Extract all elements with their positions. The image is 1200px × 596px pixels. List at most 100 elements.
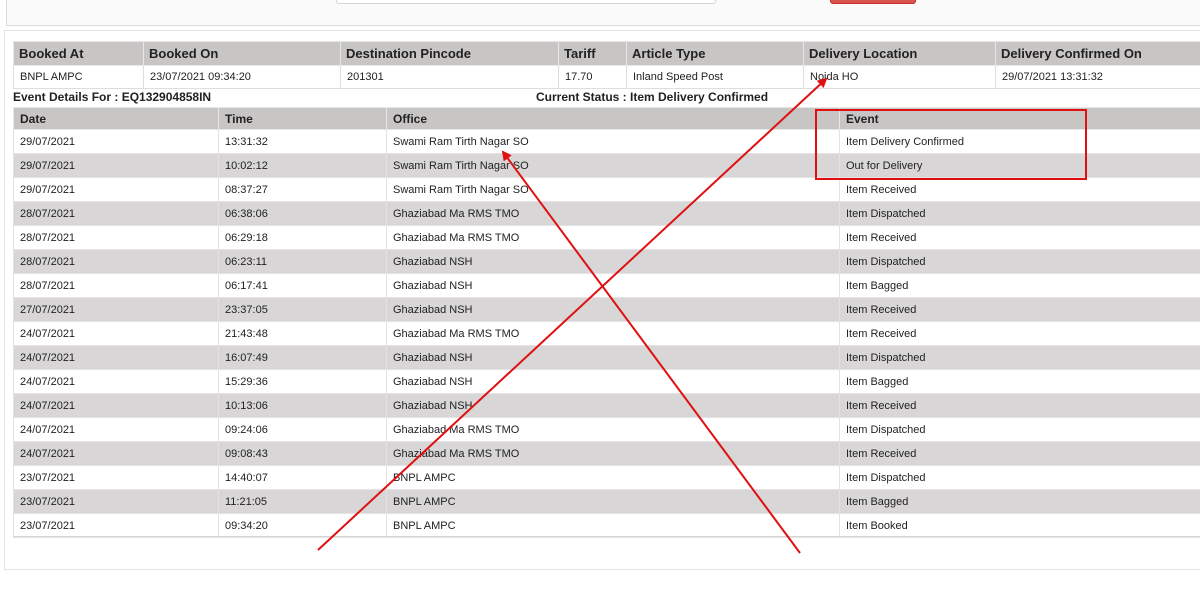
event-details-label: Event Details For : EQ132904858IN: [13, 90, 212, 104]
event-rows: 29/07/2021 13:31:32 Swami Ram Tirth Nagar …: [13, 129, 1200, 538]
delivery-confirmed-on-value: 29/07/2021 13:31:32: [995, 65, 1200, 89]
event-row: 28/07/2021 06:23:11 Ghaziabad NSH Item Disp…: [13, 249, 1200, 274]
event-date: 29/07/2021: [13, 177, 219, 202]
event-office: Ghaziabad NSH: [386, 393, 840, 418]
header-date: Date: [13, 107, 219, 130]
event-name: Item Dispatched: [839, 417, 1200, 442]
event-office: Swami Ram Tirth Nagar SO: [386, 177, 840, 202]
event-time: 21:43:48: [218, 321, 387, 346]
event-name: Item Received: [839, 177, 1200, 202]
event-summary-bar: Event Details For : EQ132904858IN Curren…: [13, 90, 1200, 106]
event-name: Item Dispatched: [839, 201, 1200, 226]
header-office: Office: [386, 107, 840, 130]
event-office: Swami Ram Tirth Nagar SO: [386, 129, 840, 154]
booked-at-value: BNPL AMPC: [13, 65, 144, 89]
booked-on-value: 23/07/2021 09:34:20: [143, 65, 341, 89]
event-office: Ghaziabad Ma RMS TMO: [386, 441, 840, 466]
event-office: Ghaziabad Ma RMS TMO: [386, 225, 840, 250]
search-button[interactable]: [830, 0, 916, 4]
event-office: BNPL AMPC: [386, 489, 840, 514]
event-date: 24/07/2021: [13, 417, 219, 442]
event-time: 10:13:06: [218, 393, 387, 418]
event-row: 29/07/2021 10:02:12 Swami Ram Tirth Nagar …: [13, 153, 1200, 178]
event-date: 28/07/2021: [13, 225, 219, 250]
header-event: Event: [839, 107, 1200, 130]
event-office: Ghaziabad Ma RMS TMO: [386, 201, 840, 226]
event-row: 29/07/2021 13:31:32 Swami Ram Tirth Nagar …: [13, 129, 1200, 154]
event-date: 28/07/2021: [13, 201, 219, 226]
event-row: 28/07/2021 06:17:41 Ghaziabad NSH Item Bagg…: [13, 273, 1200, 298]
current-status-label: Current Status : Item Delivery Confirmed: [536, 90, 769, 104]
event-row: 23/07/2021 11:21:05 BNPL AMPC Item Bagged: [13, 489, 1200, 514]
event-name: Item Received: [839, 225, 1200, 250]
event-details-table: Date Time Office Event 29/07/2021 13:31:3…: [13, 107, 1200, 538]
event-time: 06:38:06: [218, 201, 387, 226]
delivery-location-value: Noida HO: [803, 65, 996, 89]
event-time: 14:40:07: [218, 465, 387, 490]
event-row: 24/07/2021 15:29:36 Ghaziabad NSH Item Bagg…: [13, 369, 1200, 394]
event-date: 23/07/2021: [13, 489, 219, 514]
event-row: 24/07/2021 10:13:06 Ghaziabad NSH Item Rece…: [13, 393, 1200, 418]
event-date: 24/07/2021: [13, 345, 219, 370]
event-office: BNPL AMPC: [386, 513, 840, 538]
event-name: Item Received: [839, 321, 1200, 346]
event-row: 23/07/2021 14:40:07 BNPL AMPC Item Dispatch…: [13, 465, 1200, 490]
event-name: Item Bagged: [839, 369, 1200, 394]
event-date: 27/07/2021: [13, 297, 219, 322]
booking-header-row: Booked At Booked On Destination Pincode …: [13, 41, 1200, 66]
event-office: Swami Ram Tirth Nagar SO: [386, 153, 840, 178]
article-type-value: Inland Speed Post: [626, 65, 804, 89]
header-destination-pincode: Destination Pincode: [340, 41, 559, 66]
event-date: 24/07/2021: [13, 393, 219, 418]
event-row: 23/07/2021 09:34:20 BNPL AMPC Item Booked: [13, 513, 1200, 538]
event-date: 28/07/2021: [13, 249, 219, 274]
event-office: Ghaziabad NSH: [386, 297, 840, 322]
event-date: 23/07/2021: [13, 513, 219, 538]
table-bottom-border: [13, 536, 1200, 537]
event-time: 09:34:20: [218, 513, 387, 538]
event-name: Item Dispatched: [839, 465, 1200, 490]
event-time: 06:17:41: [218, 273, 387, 298]
event-name: Item Dispatched: [839, 249, 1200, 274]
header-tariff: Tariff: [558, 41, 627, 66]
event-name: Item Received: [839, 441, 1200, 466]
tariff-value: 17.70: [558, 65, 627, 89]
event-office: Ghaziabad NSH: [386, 345, 840, 370]
event-row: 24/07/2021 09:08:43 Ghaziabad Ma RMS TMO It…: [13, 441, 1200, 466]
event-time: 06:23:11: [218, 249, 387, 274]
event-office: Ghaziabad NSH: [386, 273, 840, 298]
destination-pincode-value: 201301: [340, 65, 559, 89]
event-name: Item Bagged: [839, 273, 1200, 298]
event-time: 15:29:36: [218, 369, 387, 394]
event-row: 28/07/2021 06:38:06 Ghaziabad Ma RMS TMO It…: [13, 201, 1200, 226]
header-delivery-confirmed-on: Delivery Confirmed On: [995, 41, 1200, 66]
event-row: 29/07/2021 08:37:27 Swami Ram Tirth Nagar …: [13, 177, 1200, 202]
header-booked-at: Booked At: [13, 41, 144, 66]
booking-row: BNPL AMPC 23/07/2021 09:34:20 201301 17.…: [13, 65, 1200, 89]
event-time: 08:37:27: [218, 177, 387, 202]
event-time: 23:37:05: [218, 297, 387, 322]
event-time: 09:08:43: [218, 441, 387, 466]
event-time: 11:21:05: [218, 489, 387, 514]
tracking-number-input[interactable]: [336, 0, 716, 4]
event-office: Ghaziabad Ma RMS TMO: [386, 417, 840, 442]
event-office: BNPL AMPC: [386, 465, 840, 490]
event-name: Item Dispatched: [839, 345, 1200, 370]
header-time: Time: [218, 107, 387, 130]
event-date: 29/07/2021: [13, 153, 219, 178]
booking-details-table: Booked At Booked On Destination Pincode …: [13, 41, 1200, 89]
event-time: 09:24:06: [218, 417, 387, 442]
header-delivery-location: Delivery Location: [803, 41, 996, 66]
event-name: Item Bagged: [839, 489, 1200, 514]
event-name: Item Received: [839, 393, 1200, 418]
event-name: Item Received: [839, 297, 1200, 322]
event-date: 23/07/2021: [13, 465, 219, 490]
event-office: Ghaziabad NSH: [386, 369, 840, 394]
event-time: 16:07:49: [218, 345, 387, 370]
event-row: 24/07/2021 21:43:48 Ghaziabad Ma RMS TMO It…: [13, 321, 1200, 346]
event-time: 10:02:12: [218, 153, 387, 178]
event-date: 24/07/2021: [13, 321, 219, 346]
event-row: 27/07/2021 23:37:05 Ghaziabad NSH Item Rece…: [13, 297, 1200, 322]
event-date: 24/07/2021: [13, 441, 219, 466]
header-booked-on: Booked On: [143, 41, 341, 66]
